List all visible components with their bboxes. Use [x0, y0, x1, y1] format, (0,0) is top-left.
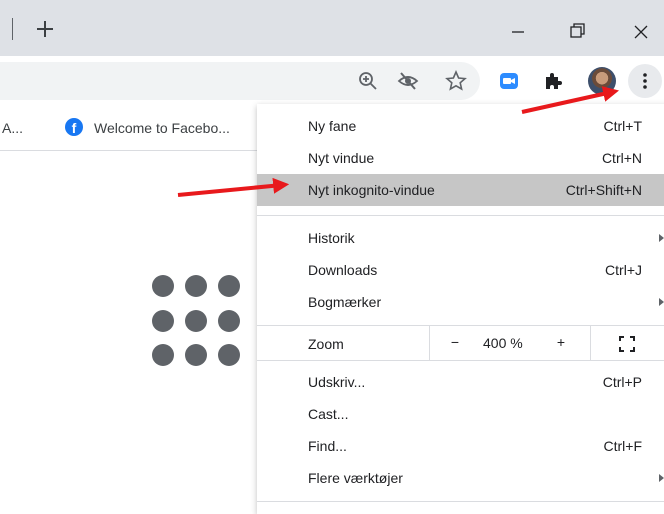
chrome-menu: Ny fane Ctrl+T Nyt vindue Ctrl+N Nyt ink… — [257, 104, 664, 514]
extensions-button[interactable] — [542, 70, 564, 92]
zoom-row: Zoom − 400 % + — [257, 326, 664, 360]
restore-icon — [570, 23, 585, 38]
bookmark-item[interactable]: A... — [2, 120, 23, 136]
minimize-icon — [512, 31, 524, 33]
close-icon — [634, 25, 648, 39]
star-icon — [445, 69, 467, 91]
menu-separator — [257, 215, 664, 216]
zoom-value: 400 % — [483, 335, 523, 351]
menu-item-find[interactable]: Find... Ctrl+F — [257, 430, 664, 462]
dot — [218, 344, 240, 366]
menu-item-shortcut: Ctrl+P — [602, 374, 642, 390]
menu-item-label: Historik — [308, 230, 355, 246]
dot — [185, 275, 207, 297]
menu-item-label: Flere værktøjer — [308, 470, 403, 486]
menu-item-new-window[interactable]: Nyt vindue Ctrl+N — [257, 142, 664, 174]
fullscreen-icon — [619, 336, 635, 352]
dot — [152, 344, 174, 366]
menu-item-shortcut: Ctrl+J — [605, 262, 642, 278]
menu-item-print[interactable]: Udskriv... Ctrl+P — [257, 366, 664, 398]
more-vert-icon — [643, 73, 647, 89]
fullscreen-button[interactable] — [619, 336, 635, 352]
menu-item-bookmarks[interactable]: Bogmærker — [257, 286, 664, 318]
zoom-divider — [590, 326, 591, 360]
eye-off-icon — [397, 72, 419, 90]
menu-item-label: Find... — [308, 438, 347, 454]
zoom-divider — [429, 326, 430, 360]
toolbar — [0, 56, 664, 106]
dot — [218, 310, 240, 332]
menu-item-label: Cast... — [308, 406, 349, 422]
zoom-label: Zoom — [308, 336, 344, 352]
menu-item-shortcut: Ctrl+F — [603, 438, 643, 454]
facebook-icon: f — [65, 118, 83, 136]
menu-item-shortcut: Ctrl+Shift+N — [565, 182, 642, 198]
zoom-button[interactable] — [357, 70, 379, 92]
zoom-icon — [359, 72, 377, 90]
plus-icon — [37, 21, 53, 37]
bookmark-star-button[interactable] — [445, 69, 467, 92]
menu-item-label: Downloads — [308, 262, 378, 278]
menu-item-shortcut: Ctrl+N — [601, 150, 642, 166]
restore-button[interactable] — [556, 0, 600, 56]
puzzle-icon — [546, 73, 562, 89]
menu-item-history[interactable]: Historik — [257, 222, 664, 254]
menu-item-label: Bogmærker — [308, 294, 382, 310]
menu-item-new-incognito-window[interactable]: Nyt inkognito-vindue Ctrl+Shift+N — [257, 174, 664, 206]
submenu-arrow-icon — [659, 474, 664, 482]
dot — [185, 310, 207, 332]
zoom-extension-icon — [500, 73, 518, 89]
zoom-extension-button[interactable] — [498, 70, 520, 92]
menu-item-label: Ny fane — [308, 118, 357, 134]
tracking-protection-button[interactable] — [397, 70, 419, 92]
menu-item-shortcut: Ctrl+T — [603, 118, 643, 134]
submenu-arrow-icon — [659, 234, 664, 242]
menu-item-downloads[interactable]: Downloads Ctrl+J — [257, 254, 664, 286]
menu-item-label: Nyt vindue — [308, 150, 375, 166]
menu-item-new-tab[interactable]: Ny fane Ctrl+T — [257, 110, 664, 142]
app-launcher-icon[interactable] — [152, 275, 240, 367]
bookmark-facebook[interactable]: Welcome to Facebo... — [94, 120, 230, 136]
dot — [218, 275, 240, 297]
submenu-arrow-icon — [659, 298, 664, 306]
tab-separator — [12, 18, 13, 40]
zoom-out-button[interactable]: − — [445, 334, 465, 350]
avatar[interactable] — [588, 67, 616, 95]
zoom-in-button[interactable]: + — [553, 334, 569, 350]
chrome-menu-button[interactable] — [628, 64, 662, 98]
menu-item-label: Nyt inkognito-vindue — [308, 182, 435, 198]
menu-item-more-tools[interactable]: Flere værktøjer — [257, 462, 664, 494]
menu-item-cast[interactable]: Cast... — [257, 398, 664, 430]
menu-item-label: Udskriv... — [308, 374, 366, 390]
close-window-button[interactable] — [620, 0, 664, 56]
menu-separator — [257, 360, 664, 361]
dot — [152, 275, 174, 297]
dot — [185, 344, 207, 366]
dot — [152, 310, 174, 332]
new-tab-button[interactable] — [34, 18, 56, 40]
minimize-button[interactable] — [496, 0, 540, 56]
title-bar — [0, 0, 664, 56]
